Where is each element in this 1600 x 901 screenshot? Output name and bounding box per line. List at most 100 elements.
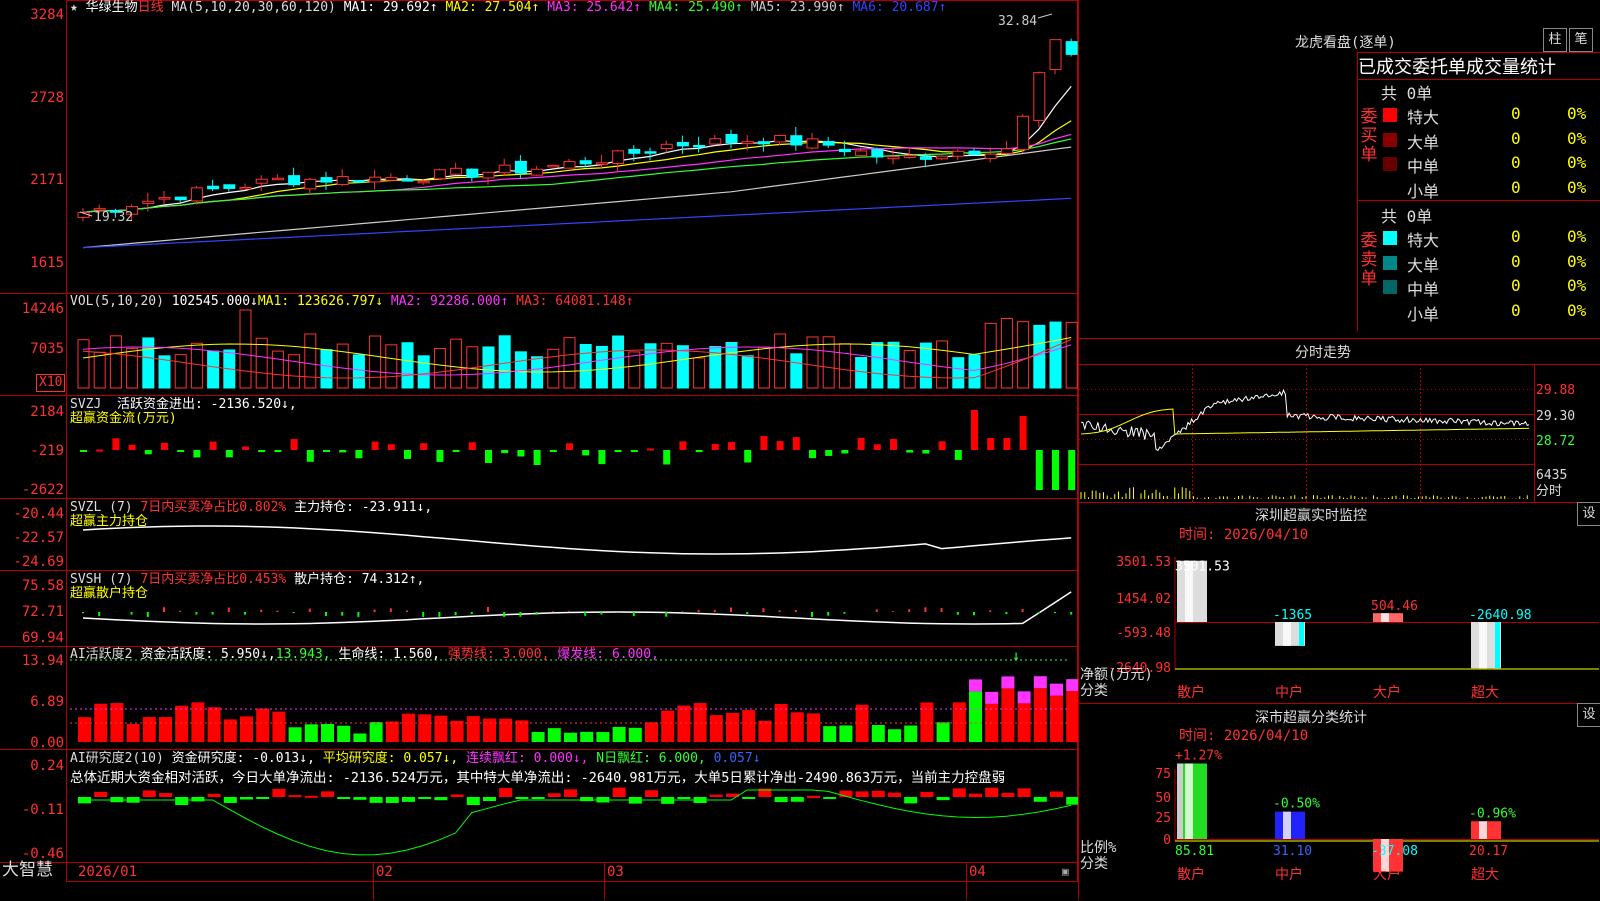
retail-tick [568, 611, 570, 612]
sz-stats-title: 深市超赢分类统计 [1255, 707, 1367, 727]
vol-header: VOL(5,10,20) 102545.000↓MA1: 123626.797↓… [70, 294, 634, 310]
bar-value-label: -37.08 [1371, 844, 1418, 859]
activity-bar [823, 726, 836, 742]
research-bar [402, 797, 415, 802]
retail-tick [665, 612, 667, 617]
research-bar [418, 797, 431, 799]
intraday-chart[interactable] [1079, 364, 1600, 502]
activity-bar [337, 726, 350, 742]
brand-label: 大智慧 [2, 862, 53, 878]
candle [775, 135, 786, 142]
research-bar [1001, 793, 1014, 797]
svzj-sub: 超赢资金流(万元) [70, 411, 177, 427]
ai2-title: AI研究度2(10) [70, 751, 164, 766]
research-bar [159, 793, 172, 797]
kline-chart-area[interactable]: ↓ 3284 2728 2171 1615 14246 7035 X10 218… [0, 0, 1078, 900]
candle [661, 144, 672, 148]
y-tick-label: 75 [1155, 767, 1171, 782]
dragon-tabs: 已成交委托单成交量统计 [1357, 52, 1600, 80]
volume-bar [839, 344, 850, 388]
activity-bar [613, 727, 626, 742]
sz-stats-settings-button[interactable]: 设 [1577, 703, 1600, 727]
fund-flow-bar [177, 450, 184, 452]
research-bar [353, 797, 366, 800]
order-color-swatch [1383, 280, 1397, 294]
activity-bar [888, 729, 901, 742]
volume-bar [920, 343, 931, 388]
vol-tick: 7035 [0, 341, 64, 357]
candle [872, 150, 883, 157]
fund-flow-bar [696, 450, 703, 452]
order-type-label: 特大 [1407, 104, 1439, 128]
fund-flow-bar [809, 450, 816, 458]
tab-filled[interactable]: 已成交 [1358, 57, 1412, 78]
fund-flow-bar [210, 442, 217, 450]
fund-flow-bar [1003, 438, 1010, 450]
candle [418, 181, 429, 183]
retail-tick [228, 608, 230, 612]
research-bar [564, 789, 577, 797]
fund-flow-bar [712, 444, 719, 450]
candle [1066, 42, 1077, 55]
retail-tick [147, 612, 149, 617]
retail-tick [779, 610, 781, 612]
volume-bar [240, 310, 251, 388]
activity-bar [677, 706, 690, 742]
retail-tick [406, 610, 408, 612]
activity-bar [78, 717, 91, 742]
research-bar [645, 790, 658, 797]
retail-tick [584, 612, 586, 616]
pen-view-button[interactable]: 笔 [1569, 28, 1593, 52]
research-bar [953, 788, 966, 797]
volume-bar [321, 350, 332, 388]
candle [613, 151, 624, 164]
bar-highlight [1283, 622, 1291, 646]
activity-bar [791, 712, 804, 742]
research-bar [823, 797, 836, 799]
fund-flow-bar [906, 450, 913, 453]
candle [694, 145, 705, 147]
candle [807, 139, 818, 148]
volume-bar [985, 323, 996, 388]
vol-unit-badge: X10 [36, 374, 65, 392]
candle [321, 178, 332, 182]
svsh-extra: 7日内买卖净占比0.453% [140, 572, 286, 587]
candle [224, 185, 235, 189]
fund-flow-bar [566, 443, 573, 450]
dragon-title: 龙虎看盘(逐单) [1295, 32, 1396, 52]
svzj-tick: 2184 [0, 404, 64, 420]
volume-bar [629, 352, 640, 388]
volume-bar [272, 351, 283, 388]
fund-flow-bar [777, 441, 784, 450]
y-tick-label: 0 [1163, 833, 1171, 848]
fund-flow-bar [323, 450, 330, 452]
candle [499, 165, 510, 173]
bar-highlight [1479, 821, 1487, 839]
column-view-button[interactable]: 柱 [1543, 28, 1567, 52]
sz-monitor-settings-button[interactable]: 设 [1577, 502, 1600, 526]
candle [548, 165, 559, 167]
candle [434, 170, 445, 179]
fund-flow-bar [145, 450, 152, 454]
activity-bar [596, 732, 609, 742]
ma4-value: MA4: 25.490↑ [649, 0, 743, 15]
activity-bar [143, 717, 156, 742]
activity-bar [742, 710, 755, 742]
bar-edge [1299, 622, 1304, 646]
tab-orders[interactable]: 委托单 [1412, 57, 1466, 78]
price-tick: 1615 [0, 255, 64, 271]
retail-tick [1022, 609, 1024, 612]
tab-volume-stats[interactable]: 成交量统计 [1466, 57, 1556, 78]
volume-bar [791, 354, 802, 388]
svzl-tick: -22.57 [0, 530, 64, 546]
period-label[interactable]: 日线 [138, 0, 164, 15]
sz-monitor-chart: 3501.531454.02-593.48-2640.983501.53散户-1… [1079, 540, 1600, 702]
intraday-price-low: 28.72 [1536, 434, 1575, 450]
main-holding-line [83, 526, 1071, 554]
lock-icon[interactable]: ▣ [1062, 864, 1069, 880]
activity-bar [1034, 688, 1047, 742]
kline-header: ★ 华绿生物日线 MA(5,10,20,30,60,120) MA1: 29.6… [70, 0, 946, 16]
activity-bar [969, 691, 982, 742]
ai1-tick: 0.00 [0, 735, 64, 751]
fund-flow-bar [339, 450, 346, 452]
